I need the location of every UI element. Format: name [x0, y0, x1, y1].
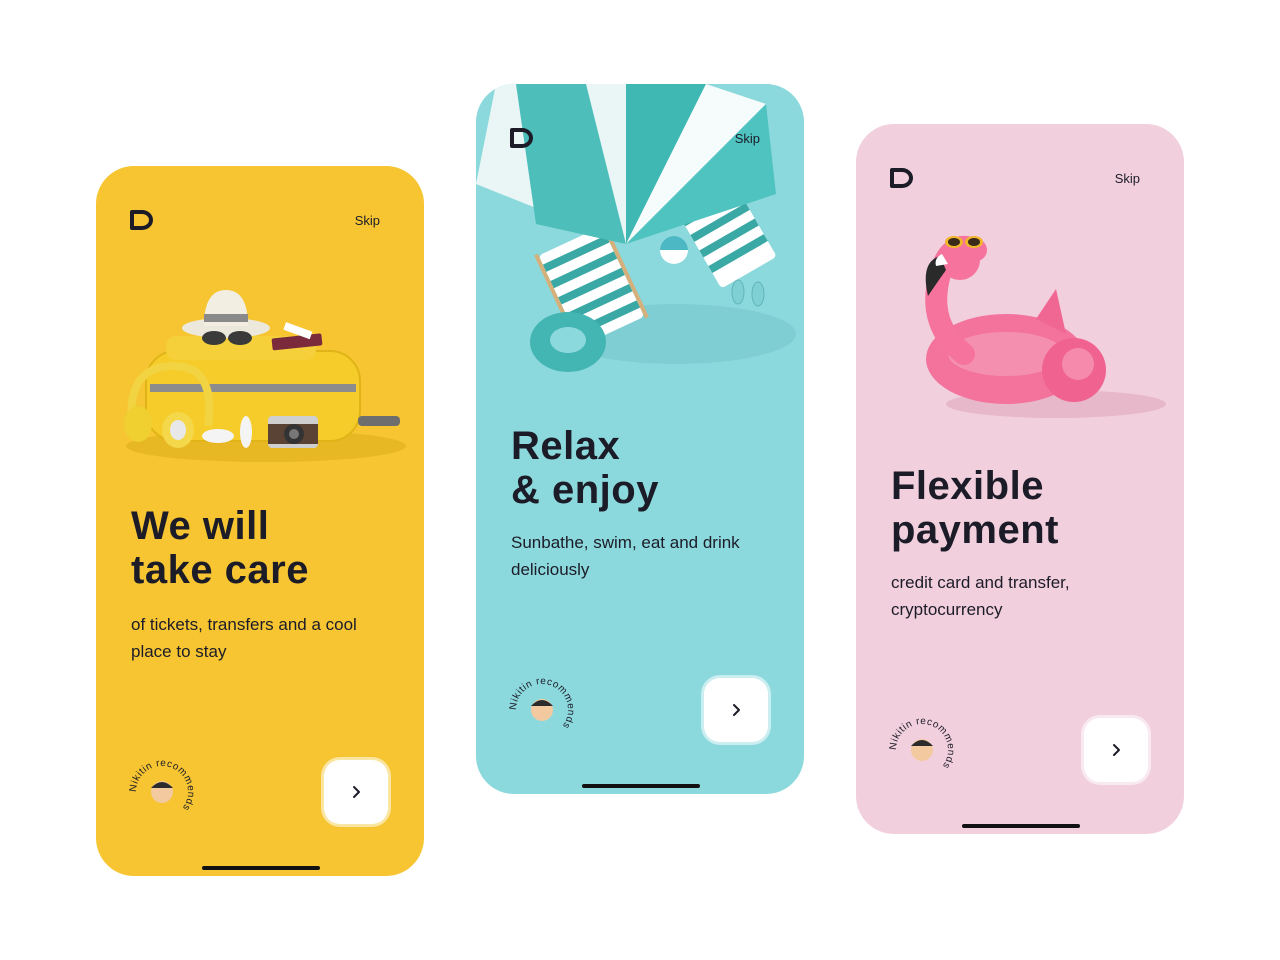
- flamingo-illustration: [925, 236, 1166, 418]
- home-indicator: [962, 824, 1080, 828]
- screen-title: We will take care: [131, 504, 309, 592]
- recommends-badge: Nikitin recommends: [888, 716, 956, 771]
- next-button[interactable]: [324, 760, 388, 824]
- onboarding-screen-2: Skip Relax & enjoy Sunbathe, swim, eat a…: [476, 84, 804, 794]
- screen-subtitle: credit card and transfer, cryptocurrency: [891, 573, 1070, 619]
- skip-link[interactable]: Skip: [355, 213, 380, 228]
- skip-link[interactable]: Skip: [735, 131, 760, 146]
- recommends-badge: Nikitin recommends: [508, 676, 576, 731]
- suitcase-illustration: [124, 290, 406, 462]
- app-logo-icon: [130, 210, 153, 230]
- app-logo-icon: [890, 168, 913, 188]
- chevron-right-icon: [1113, 744, 1120, 756]
- screen-title: Flexible payment: [891, 464, 1059, 552]
- chevron-right-icon: [733, 704, 740, 716]
- home-indicator: [582, 784, 700, 788]
- screen-subtitle: Sunbathe, swim, eat and drink deliciousl…: [511, 533, 740, 579]
- home-indicator: [202, 866, 320, 870]
- chevron-right-icon: [353, 786, 360, 798]
- skip-link[interactable]: Skip: [1115, 171, 1140, 186]
- next-button[interactable]: [704, 678, 768, 742]
- screen-subtitle: of tickets, transfers and a cool place t…: [131, 615, 357, 661]
- app-logo-icon: [510, 128, 533, 148]
- onboarding-screen-3: Skip Flexible payment credit card and tr…: [856, 124, 1184, 834]
- next-button[interactable]: [1084, 718, 1148, 782]
- screen-title: Relax & enjoy: [511, 424, 659, 512]
- onboarding-screen-1: Skip We will take care of tickets, trans…: [96, 166, 424, 876]
- recommends-badge: Nikitin recommends: [128, 758, 196, 813]
